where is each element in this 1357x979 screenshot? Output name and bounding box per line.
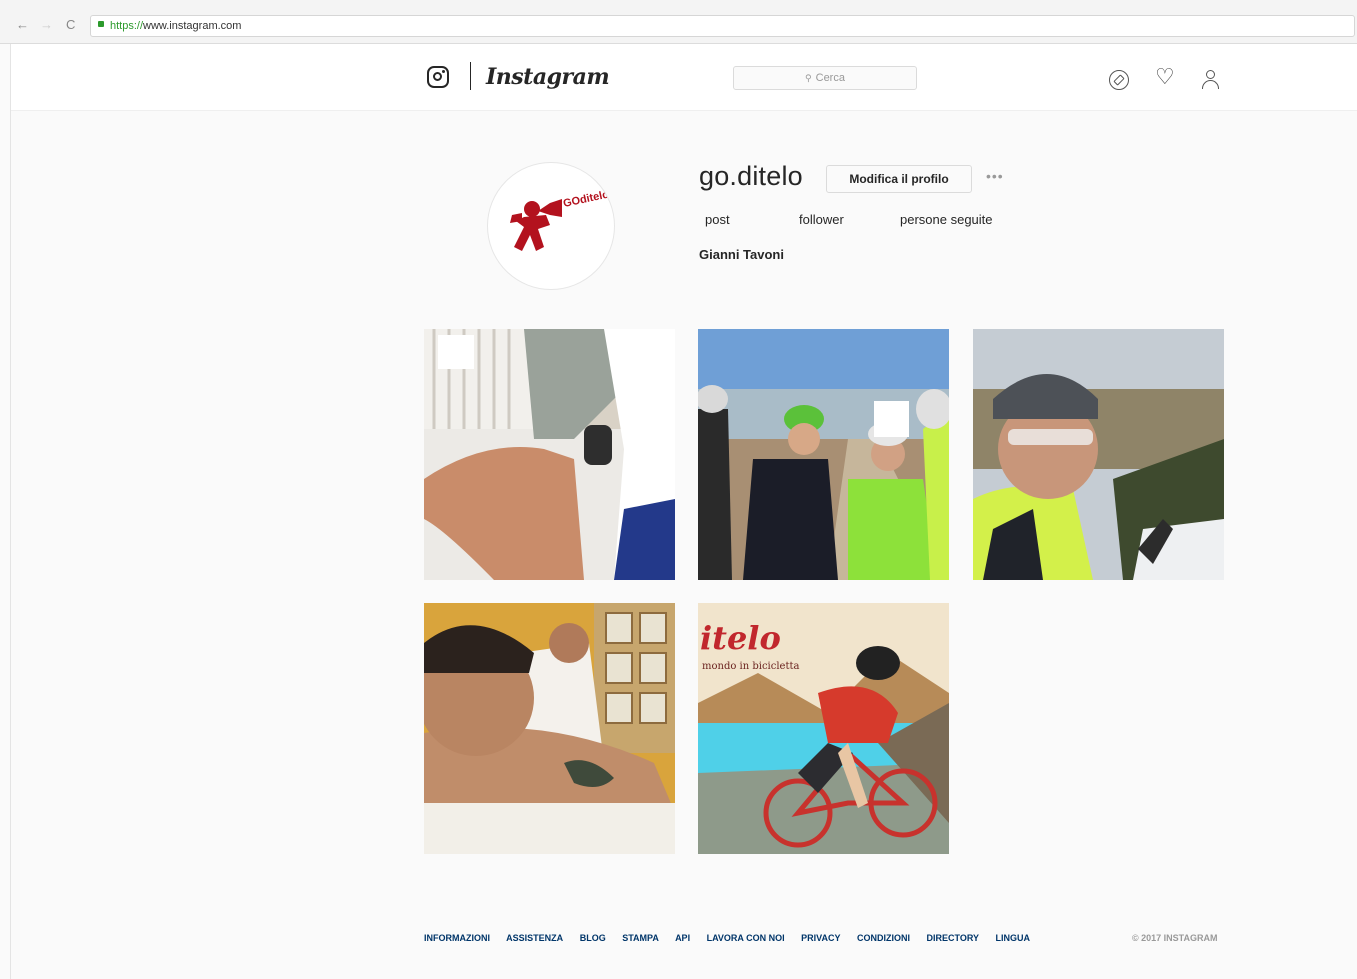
footer-link-informazioni[interactable]: INFORMAZIONI [424,933,490,943]
url-text: https://www.instagram.com [110,20,242,32]
heart-icon[interactable]: ♡ [1155,66,1175,88]
logo-divider [470,62,471,90]
footer-link-stampa[interactable]: STAMPA [622,933,659,943]
address-bar[interactable]: https://www.instagram.com [90,15,1355,37]
browser-toolbar: ← → C https://www.instagram.com [0,0,1357,44]
copyright-text: © 2017 INSTAGRAM [1132,933,1218,943]
profile-full-name: Gianni Tavoni [699,247,784,262]
search-input[interactable]: ⚲ Cerca [733,66,917,90]
reload-icon[interactable]: C [66,18,75,32]
instagram-page: Instagram ⚲ Cerca ♡ GOditelo go.ditelo Mo… [10,44,1357,979]
footer-link-lavora-con-noi[interactable]: LAVORA CON NOI [707,933,785,943]
profile-username: go.ditelo [699,161,803,191]
lock-icon [98,21,104,27]
forward-arrow-icon[interactable]: → [40,18,53,32]
search-placeholder: Cerca [815,72,845,84]
person-icon[interactable] [1201,70,1221,90]
stat-following[interactable]: persone seguite [900,212,993,227]
instagram-header: Instagram ⚲ Cerca ♡ [11,44,1357,111]
search-icon: ⚲ [805,73,812,83]
footer-link-lingua[interactable]: LINGUA [996,933,1031,943]
footer-link-api[interactable]: API [675,933,690,943]
footer-link-blog[interactable]: BLOG [580,933,606,943]
avatar[interactable]: GOditelo [487,162,615,290]
stat-posts: post [705,212,730,227]
post-thumbnail[interactable] [698,329,949,580]
stat-followers[interactable]: follower [799,212,844,227]
footer-links: INFORMAZIONI ASSISTENZA BLOG STAMPA API … [424,933,1044,943]
post-thumbnail[interactable]: itelo mondo in bicicletta [698,603,949,854]
footer-link-assistenza[interactable]: ASSISTENZA [506,933,563,943]
post-caption-subtitle: mondo in bicicletta [702,661,800,672]
more-options-icon[interactable]: ••• [986,168,1004,184]
post-thumbnail[interactable] [424,603,675,854]
post-thumbnail[interactable] [973,329,1224,580]
instagram-wordmark[interactable]: Instagram [486,64,610,90]
instagram-camera-icon[interactable] [427,66,449,88]
footer-link-privacy[interactable]: PRIVACY [801,933,840,943]
avatar-brand-text: GOditelo [562,188,610,209]
compass-icon[interactable] [1109,70,1129,90]
back-arrow-icon[interactable]: ← [16,18,29,32]
edit-profile-button[interactable]: Modifica il profilo [826,165,972,193]
footer-link-directory[interactable]: DIRECTORY [926,933,979,943]
post-thumbnail[interactable] [424,329,675,580]
post-caption-title: itelo [700,619,781,657]
footer-link-condizioni[interactable]: CONDIZIONI [857,933,910,943]
